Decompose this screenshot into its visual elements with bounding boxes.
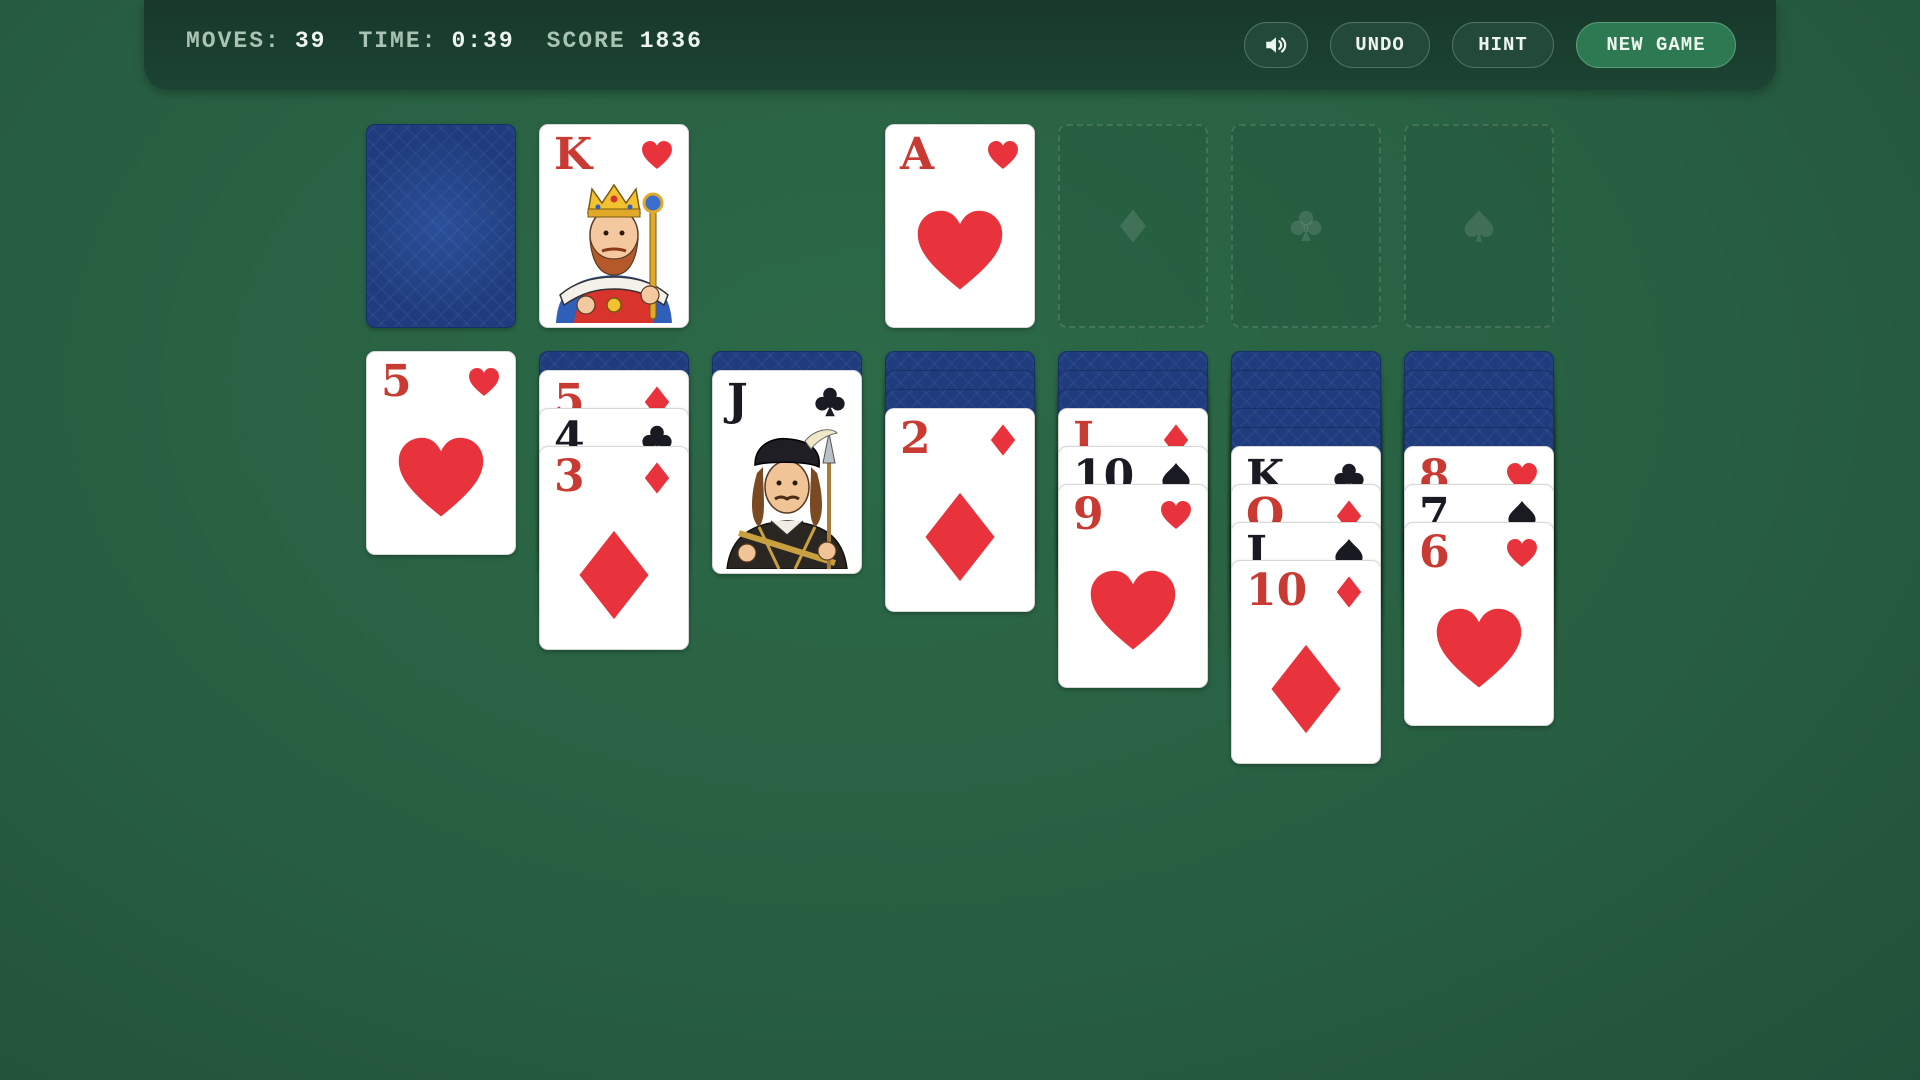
new-game-button[interactable]: NEW GAME: [1576, 22, 1736, 68]
foundation-slot-diamonds[interactable]: [1058, 124, 1208, 328]
heart-suit-icon: [1505, 537, 1539, 571]
card-rank: 2: [900, 413, 931, 464]
heart-suit-icon: [640, 139, 674, 173]
card-rank: K: [554, 129, 593, 180]
score-label: SCORE: [546, 28, 626, 54]
score-stat: SCORE 1836: [547, 28, 703, 54]
diamond-suit-icon: [986, 423, 1020, 457]
card-rank: 3: [554, 451, 585, 502]
speaker-icon: [1266, 37, 1287, 53]
diamond-suit-icon: [1258, 641, 1354, 737]
card-rank: A: [900, 129, 935, 180]
tableau-card[interactable]: 9: [1058, 484, 1208, 688]
jack-portrait-icon: [726, 429, 848, 569]
club-placeholder-icon: [1288, 208, 1324, 244]
tableau-card[interactable]: 3: [539, 446, 689, 650]
score-value: 1836: [639, 28, 703, 54]
time-stat: TIME: 0:39: [358, 28, 514, 54]
heart-suit-icon: [1431, 603, 1527, 699]
card-rank: 9: [1073, 489, 1104, 540]
tableau-card[interactable]: J: [712, 370, 862, 574]
foundation-slot-spades[interactable]: [1404, 124, 1554, 328]
heart-suit-icon: [467, 366, 501, 400]
heart-suit-icon: [1085, 565, 1181, 661]
undo-button[interactable]: UNDO: [1330, 22, 1430, 68]
heart-suit-icon: [1159, 499, 1193, 533]
foundation-card[interactable]: A: [885, 124, 1035, 328]
heart-suit-icon: [912, 205, 1008, 301]
spade-placeholder-icon: [1461, 208, 1497, 244]
time-value: 0:39: [451, 28, 515, 54]
heart-suit-icon: [393, 432, 489, 528]
top-bar: MOVES: 39 TIME: 0:39 SCORE 1836 UNDO HINT N…: [144, 0, 1776, 90]
moves-value: 39: [294, 28, 327, 54]
heart-suit-icon: [986, 139, 1020, 173]
tableau-card[interactable]: 6: [1404, 522, 1554, 726]
diamond-suit-icon: [640, 461, 674, 495]
foundation-slot-clubs[interactable]: [1231, 124, 1381, 328]
diamond-suit-icon: [912, 489, 1008, 585]
card-rank: 10: [1246, 565, 1308, 616]
stats: MOVES: 39 TIME: 0:39 SCORE 1836: [186, 28, 703, 54]
king-portrait-icon: [556, 183, 672, 323]
sound-toggle-button[interactable]: [1244, 22, 1308, 68]
hint-button[interactable]: HINT: [1452, 22, 1554, 68]
diamond-suit-icon: [1332, 575, 1366, 609]
club-suit-icon: [813, 385, 847, 419]
card-rank: 5: [381, 356, 412, 407]
moves-label: MOVES:: [186, 28, 281, 54]
tableau-card[interactable]: 2: [885, 408, 1035, 612]
tableau-card[interactable]: 5: [366, 351, 516, 555]
waste-card[interactable]: K: [539, 124, 689, 328]
card-rank: J: [727, 375, 748, 426]
time-label: TIME:: [358, 28, 438, 54]
stock-pile[interactable]: [366, 124, 516, 328]
diamond-suit-icon: [566, 527, 662, 623]
card-rank: 6: [1419, 527, 1450, 578]
diamond-placeholder-icon: [1115, 208, 1151, 244]
moves-stat: MOVES: 39: [186, 28, 326, 54]
tableau-card[interactable]: 10: [1231, 560, 1381, 764]
